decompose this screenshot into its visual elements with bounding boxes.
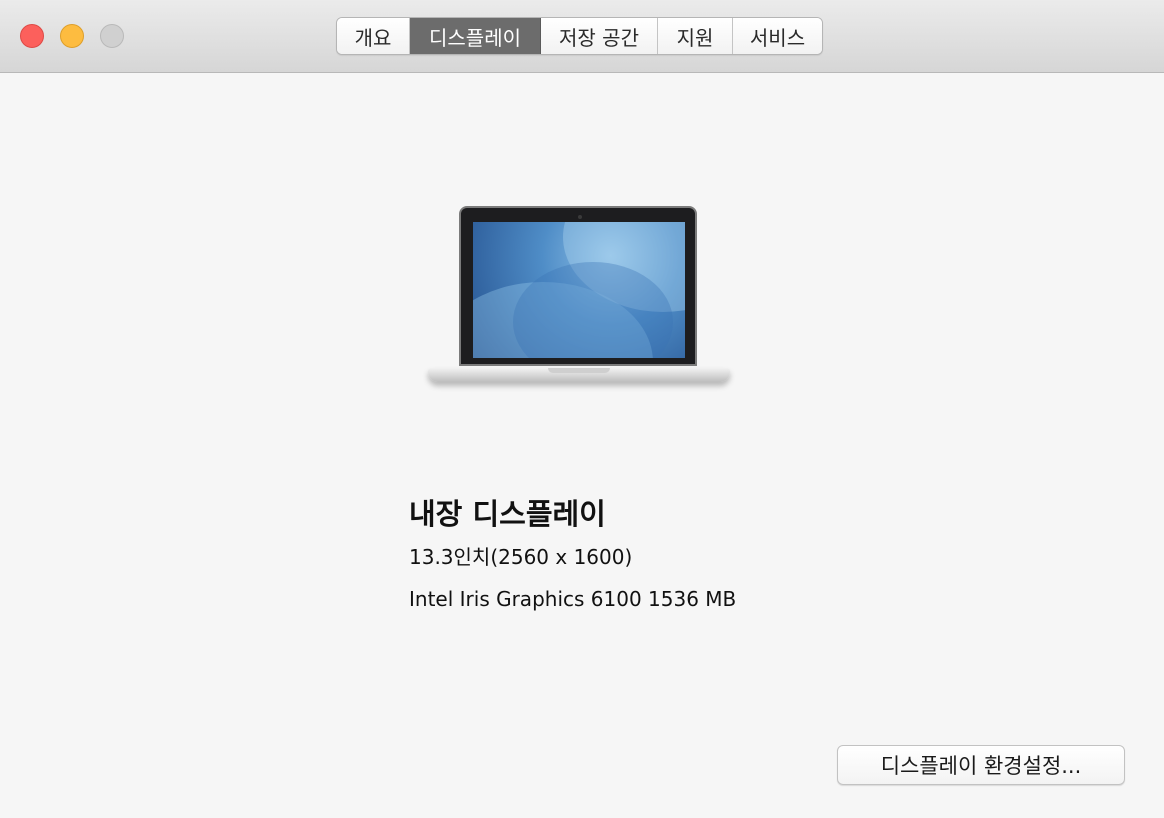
about-this-mac-window: 개요 디스플레이 저장 공간 지원 서비스 내장 디스플레이 13.3인치(25…: [0, 0, 1164, 818]
display-graphics: Intel Iris Graphics 6100 1536 MB: [409, 587, 737, 611]
camera-dot: [578, 215, 582, 219]
tab-storage[interactable]: 저장 공간: [541, 18, 658, 54]
laptop-base: [428, 368, 730, 382]
tab-bar: 개요 디스플레이 저장 공간 지원 서비스: [336, 17, 823, 55]
tab-support[interactable]: 지원: [658, 18, 733, 54]
display-info: 내장 디스플레이 13.3인치(2560 x 1600) Intel Iris …: [409, 496, 929, 628]
display-title: 내장 디스플레이: [409, 497, 606, 531]
laptop-screen-wallpaper: [473, 222, 685, 358]
titlebar: 개요 디스플레이 저장 공간 지원 서비스: [0, 0, 1164, 73]
display-size-resolution: 13.3인치(2560 x 1600): [409, 545, 633, 569]
close-button[interactable]: [20, 24, 44, 48]
laptop-lid: [459, 206, 697, 366]
macbook-laptop-icon: [426, 204, 732, 394]
display-preferences-button[interactable]: 디스플레이 환경설정...: [837, 745, 1125, 785]
laptop-notch: [548, 368, 610, 373]
tab-service[interactable]: 서비스: [733, 18, 822, 54]
minimize-button[interactable]: [60, 24, 84, 48]
tab-displays[interactable]: 디스플레이: [410, 18, 541, 54]
zoom-button[interactable]: [100, 24, 124, 48]
tab-overview[interactable]: 개요: [337, 18, 410, 54]
